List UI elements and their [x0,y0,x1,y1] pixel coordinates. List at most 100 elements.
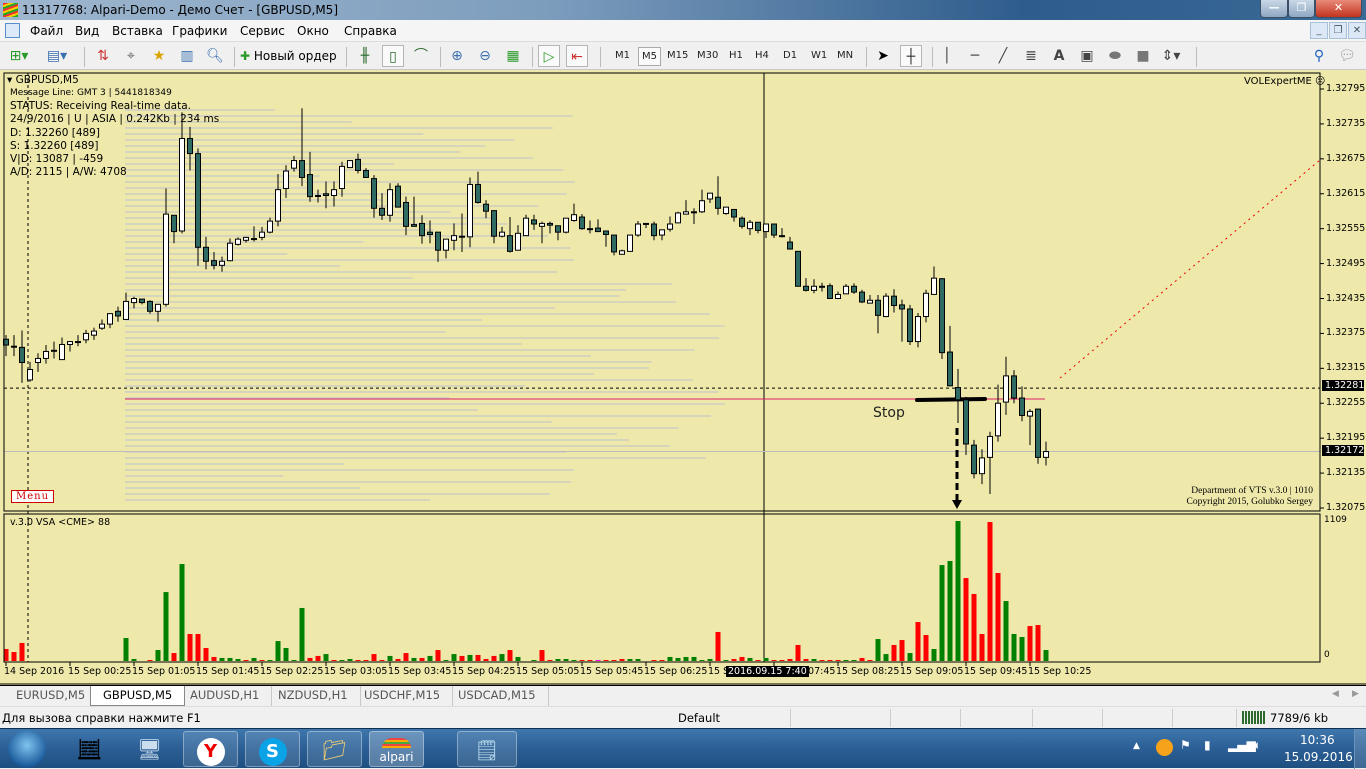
autoscroll-button[interactable]: ▷ [538,45,560,67]
chart-close-button[interactable]: ✕ [1348,22,1366,39]
power-icon[interactable]: ▮ [1204,738,1211,752]
volume-bar [179,564,185,661]
volume-icon[interactable]: 🔈︎ [1254,738,1261,753]
network-icon[interactable]: ▂▄▆ [1228,738,1256,752]
menu-window[interactable]: Окно [297,24,329,38]
fibonacci-tool[interactable]: ≣ [1020,45,1042,67]
chart-window[interactable]: ▾ GBPUSD,M5 Message Line: GMT 3 | 544181… [0,70,1366,685]
profiles-button[interactable]: ▤▾ [46,45,68,67]
market-watch-icon[interactable]: ⇅ [92,45,114,67]
navigator-icon[interactable]: ★ [148,45,170,67]
volume-bar [515,656,521,661]
data-window-icon[interactable]: ⌖ [120,45,142,67]
timeframe-h1[interactable]: H1 [726,47,746,66]
start-button[interactable] [8,730,46,768]
new-order-button[interactable]: ✚ Новый ордер [240,45,340,67]
chat-icon[interactable]: 💬︎ [1336,45,1358,67]
timeframe-w1[interactable]: W1 [808,47,830,66]
timeframe-mn[interactable]: MN [834,47,856,66]
show-hidden-icons[interactable]: ▲ [1133,741,1140,751]
menu-tools[interactable]: Сервис [240,24,285,38]
tab-audusd[interactable]: AUDUSD,H1 [178,686,273,706]
timeframe-d1[interactable]: D1 [780,47,800,66]
trend-projection-line[interactable] [1059,159,1321,379]
timeframe-m30[interactable]: M30 [694,47,721,66]
alpari-terminal-icon[interactable]: alpari [369,731,424,767]
horizontal-line-tool[interactable]: ─ [964,45,986,67]
zoom-in-button[interactable]: ⊕ [446,45,468,67]
volume-bar [691,656,697,661]
line-chart-button[interactable]: ⌒ [410,45,432,67]
candle [451,223,457,251]
candle [659,229,665,241]
bear-candle-body [355,158,361,171]
tile-windows-button[interactable]: ▦ [502,45,524,67]
timeframe-m15[interactable]: M15 [664,47,691,66]
search-icon[interactable]: ⚲ [1308,45,1330,67]
tab-nzdusd[interactable]: NZDUSD,H1 [266,686,361,706]
tab-usdcad[interactable]: USDCAD,M15 [446,686,549,706]
arrows-tool[interactable]: ⇕▾ [1160,45,1182,67]
minimize-button[interactable]: — [1260,0,1288,18]
menu-file[interactable]: Файл [30,24,63,38]
explorer-icon[interactable]: 📁︎ [307,731,362,767]
tab-usdchf[interactable]: USDCHF,M15 [352,686,454,706]
show-desktop-button[interactable] [1354,729,1366,769]
chart-minimize-button[interactable]: _ [1310,22,1328,39]
timeframe-m1[interactable]: M1 [612,47,633,66]
tab-eurusd[interactable]: EURUSD,M5 [4,686,99,706]
ellipse-tool[interactable]: ⬬ [1104,45,1126,67]
timeframe-m5[interactable]: M5 [638,47,661,66]
candle [675,211,681,224]
text-label-tool[interactable]: ▣ [1076,45,1098,67]
alpari-tray-icon[interactable] [1156,739,1173,756]
bear-candle-body [715,196,721,209]
bull-candle-body [251,238,257,241]
trendline-tool[interactable]: ╱ [992,45,1014,67]
candle [99,319,105,330]
tabs-scroll-left[interactable]: ◀ [1332,689,1339,699]
candle [59,337,65,361]
cursor-tool-button[interactable]: ➤ [872,45,894,67]
maximize-button[interactable]: ❐ [1288,0,1315,18]
candle [907,304,913,346]
vertical-line-tool[interactable]: │ [936,45,958,67]
candlestick-chart-button[interactable]: ▯ [382,45,404,67]
menu-view[interactable]: Вид [75,24,99,38]
clock-date[interactable]: 15.09.2016 [1284,750,1353,764]
timeframe-h4[interactable]: H4 [752,47,772,66]
bear-candle-body [115,310,121,317]
rectangle-tool[interactable]: ■ [1132,45,1154,67]
chart-shift-button[interactable]: ⇤ [566,45,588,67]
tab-gbpusd[interactable]: GBPUSD,M5 [90,686,186,706]
new-chart-button[interactable]: ⊞▾ [8,45,30,67]
menu-charts[interactable]: Графики [172,24,227,38]
bear-candle-body [403,201,409,227]
close-button[interactable]: ✕ [1315,0,1362,18]
candle [843,283,849,295]
strategy-tester-icon[interactable]: 🔍︎ [204,45,226,67]
candle [323,181,329,209]
action-center-icon[interactable]: ⚑ [1180,738,1191,752]
menu-insert[interactable]: Вставка [112,24,163,38]
copyright-line: Copyright 2015, Golubko Sergey [1186,497,1314,507]
computer-icon[interactable]: 🖥︎ [122,731,177,767]
time-axis-label: 15 Sep 00:25 [68,666,132,677]
clock-time[interactable]: 10:36 [1300,733,1335,747]
connection-status-icon[interactable] [1242,711,1266,724]
tabs-scroll-right[interactable]: ▶ [1352,689,1359,699]
skype-icon[interactable]: S [245,731,300,767]
calculator-icon[interactable]: 🧮︎ [62,731,117,767]
menu-help[interactable]: Справка [344,24,397,38]
zoom-out-button[interactable]: ⊖ [474,45,496,67]
yandex-browser-icon[interactable]: Y [183,731,238,767]
volume-bar [131,658,137,661]
crosshair-tool-button[interactable]: ┼ [900,45,922,67]
notepad-icon[interactable]: 🗒︎ [457,731,517,767]
chart-restore-button[interactable]: ❐ [1329,22,1347,39]
price-axis-label: 1.32675 [1326,152,1366,164]
terminal-icon[interactable]: ▥ [176,45,198,67]
text-tool[interactable]: A [1048,45,1070,67]
bar-chart-button[interactable]: ╫ [354,45,376,67]
menu-button[interactable]: Menu [11,490,55,503]
